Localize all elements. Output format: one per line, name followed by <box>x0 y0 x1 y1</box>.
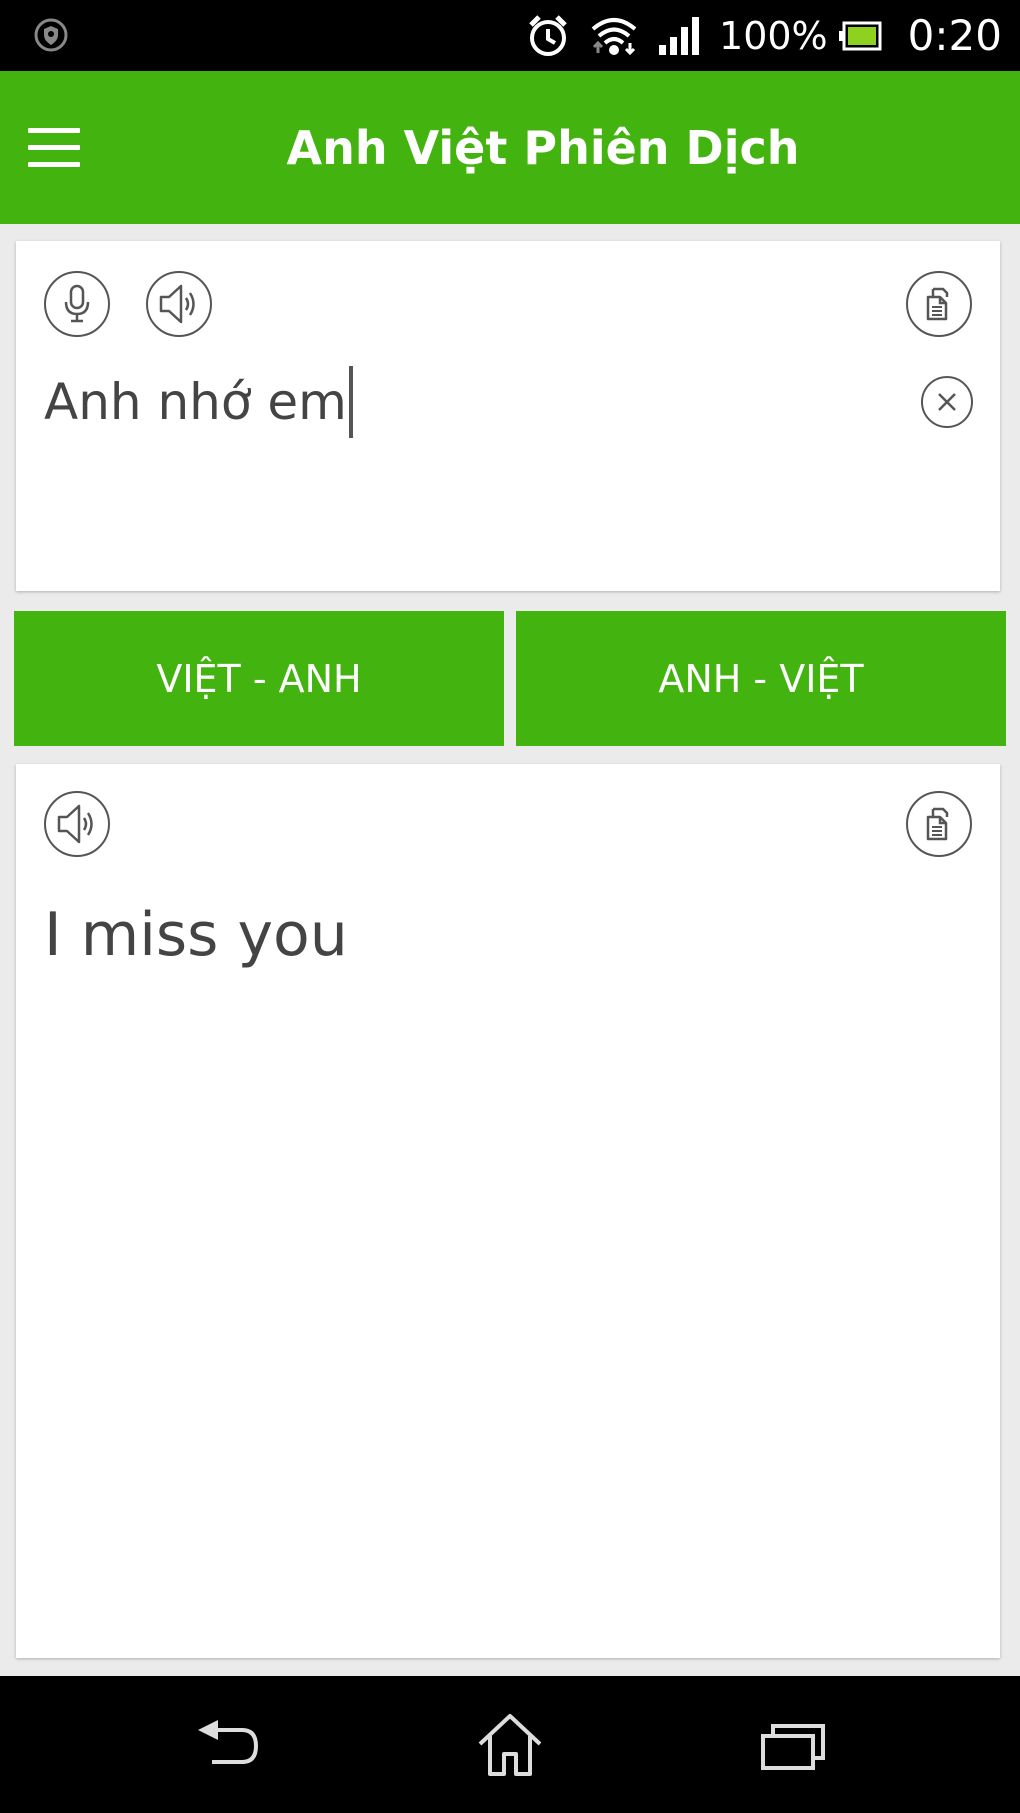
input-card: Anh nhớ em <box>16 241 1000 591</box>
input-text: Anh nhớ em <box>44 373 347 431</box>
viet-anh-button[interactable]: VIỆT - ANH <box>14 611 504 746</box>
copy-icon[interactable] <box>906 271 972 337</box>
speaker-icon[interactable] <box>146 271 212 337</box>
text-caret <box>348 366 353 438</box>
app-bar: Anh Việt Phiên Dịch <box>0 71 1020 224</box>
clock: 0:20 <box>907 11 1002 60</box>
signal-icon <box>657 15 701 57</box>
copy-icon[interactable] <box>906 791 972 857</box>
wifi-icon <box>589 13 639 59</box>
battery-icon <box>838 21 882 51</box>
speaker-icon[interactable] <box>44 791 110 857</box>
microphone-icon[interactable] <box>44 271 110 337</box>
output-card: I miss you <box>16 764 1000 1658</box>
back-icon[interactable] <box>188 1706 268 1786</box>
alarm-icon <box>525 13 571 59</box>
input-field[interactable]: Anh nhớ em <box>44 366 353 438</box>
security-icon <box>34 18 68 52</box>
navigation-bar <box>0 1676 1020 1813</box>
recent-apps-icon[interactable] <box>753 1706 833 1786</box>
status-bar: 100% 0:20 <box>0 0 1020 71</box>
battery-percentage: 100% <box>719 13 828 58</box>
anh-viet-button[interactable]: ANH - VIỆT <box>516 611 1006 746</box>
home-icon[interactable] <box>470 1706 550 1786</box>
clear-icon[interactable] <box>921 376 973 428</box>
output-text: I miss you <box>44 900 348 970</box>
app-title: Anh Việt Phiên Dịch <box>286 120 800 175</box>
